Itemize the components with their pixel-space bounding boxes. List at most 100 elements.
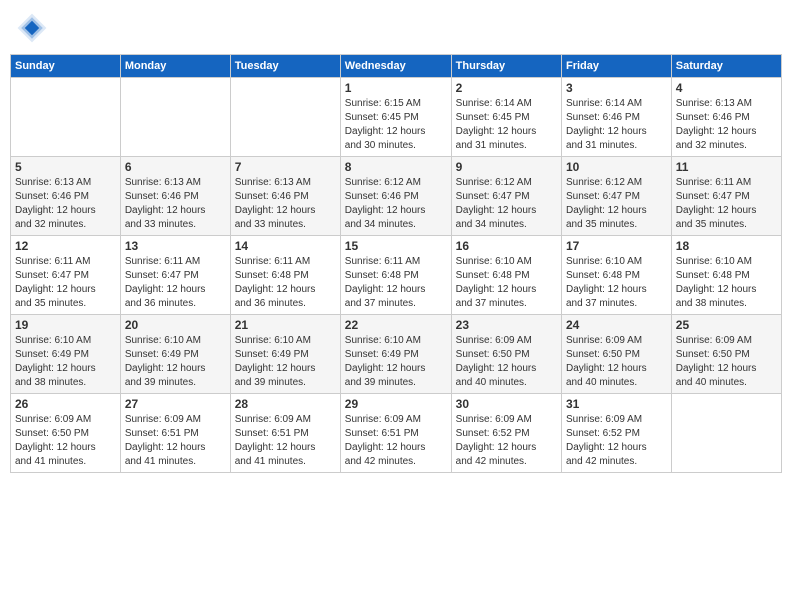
day-info: Sunrise: 6:13 AM Sunset: 6:46 PM Dayligh… — [125, 176, 226, 232]
day-number: 14 — [235, 239, 336, 253]
day-number: 27 — [125, 397, 226, 411]
logo — [14, 10, 54, 46]
calendar-cell: 7 Sunrise: 6:13 AM Sunset: 6:46 PM Daylig… — [230, 157, 340, 236]
calendar-cell: 13Sunrise: 6:11 AM Sunset: 6:47 PM Dayli… — [120, 236, 230, 315]
day-info: Sunrise: 6:12 AM Sunset: 6:47 PM Dayligh… — [456, 176, 557, 232]
calendar-cell: 12 Sunrise: 6:11 AM Sunset: 6:47 PM Dayli… — [11, 236, 121, 315]
day-number: 11 — [676, 160, 777, 174]
calendar-cell: 11Sunrise: 6:11 AM Sunset: 6:47 PM Dayli… — [671, 157, 781, 236]
calendar-cell: 22 Sunrise: 6:10 AM Sunset: 6:49 PM Dayli… — [340, 315, 451, 394]
calendar-week-row: 12 Sunrise: 6:11 AM Sunset: 6:47 PM Dayli… — [11, 236, 782, 315]
day-info: Sunrise: 6:14 AM Sunset: 6:46 PM Dayligh… — [566, 97, 667, 153]
day-number: 4 — [676, 81, 777, 95]
day-number: 21 — [235, 318, 336, 332]
calendar-week-row: 5 Sunrise: 6:13 AM Sunset: 6:46 PM Daylig… — [11, 157, 782, 236]
calendar-header-sunday: Sunday — [11, 55, 121, 78]
calendar-cell — [230, 78, 340, 157]
day-info: Sunrise: 6:11 AM Sunset: 6:47 PM Dayligh… — [125, 255, 226, 311]
calendar-cell: 5 Sunrise: 6:13 AM Sunset: 6:46 PM Daylig… — [11, 157, 121, 236]
calendar-header-monday: Monday — [120, 55, 230, 78]
calendar-cell: 8 Sunrise: 6:12 AM Sunset: 6:46 PM Daylig… — [340, 157, 451, 236]
day-info: Sunrise: 6:13 AM Sunset: 6:46 PM Dayligh… — [676, 97, 777, 153]
day-number: 29 — [345, 397, 447, 411]
day-info: Sunrise: 6:12 AM Sunset: 6:47 PM Dayligh… — [566, 176, 667, 232]
day-number: 5 — [15, 160, 116, 174]
day-number: 6 — [125, 160, 226, 174]
day-info: Sunrise: 6:13 AM Sunset: 6:46 PM Dayligh… — [15, 176, 116, 232]
day-number: 9 — [456, 160, 557, 174]
day-number: 24 — [566, 318, 667, 332]
calendar-header-thursday: Thursday — [451, 55, 561, 78]
calendar-cell: 21 Sunrise: 6:10 AM Sunset: 6:49 PM Dayli… — [230, 315, 340, 394]
day-number: 10 — [566, 160, 667, 174]
calendar-cell: 25 Sunrise: 6:09 AM Sunset: 6:50 PM Dayli… — [671, 315, 781, 394]
day-number: 20 — [125, 318, 226, 332]
day-info: Sunrise: 6:11 AM Sunset: 6:48 PM Dayligh… — [345, 255, 447, 311]
day-info: Sunrise: 6:09 AM Sunset: 6:52 PM Dayligh… — [566, 413, 667, 469]
day-info: Sunrise: 6:10 AM Sunset: 6:49 PM Dayligh… — [15, 334, 116, 390]
calendar-cell: 20 Sunrise: 6:10 AM Sunset: 6:49 PM Dayli… — [120, 315, 230, 394]
calendar-table: SundayMondayTuesdayWednesdayThursdayFrid… — [10, 54, 782, 473]
calendar-header-wednesday: Wednesday — [340, 55, 451, 78]
calendar-cell: 17 Sunrise: 6:10 AM Sunset: 6:48 PM Dayli… — [561, 236, 671, 315]
day-info: Sunrise: 6:11 AM Sunset: 6:47 PM Dayligh… — [15, 255, 116, 311]
day-info: Sunrise: 6:09 AM Sunset: 6:50 PM Dayligh… — [456, 334, 557, 390]
day-info: Sunrise: 6:11 AM Sunset: 6:48 PM Dayligh… — [235, 255, 336, 311]
day-info: Sunrise: 6:09 AM Sunset: 6:51 PM Dayligh… — [345, 413, 447, 469]
calendar-header-saturday: Saturday — [671, 55, 781, 78]
day-info: Sunrise: 6:10 AM Sunset: 6:49 PM Dayligh… — [345, 334, 447, 390]
day-info: Sunrise: 6:10 AM Sunset: 6:49 PM Dayligh… — [125, 334, 226, 390]
calendar-cell: 2 Sunrise: 6:14 AM Sunset: 6:45 PM Daylig… — [451, 78, 561, 157]
day-info: Sunrise: 6:12 AM Sunset: 6:46 PM Dayligh… — [345, 176, 447, 232]
calendar-header-tuesday: Tuesday — [230, 55, 340, 78]
calendar-cell: 1 Sunrise: 6:15 AM Sunset: 6:45 PM Daylig… — [340, 78, 451, 157]
calendar-cell: 14 Sunrise: 6:11 AM Sunset: 6:48 PM Dayli… — [230, 236, 340, 315]
day-info: Sunrise: 6:09 AM Sunset: 6:52 PM Dayligh… — [456, 413, 557, 469]
calendar-cell: 6 Sunrise: 6:13 AM Sunset: 6:46 PM Daylig… — [120, 157, 230, 236]
day-number: 1 — [345, 81, 447, 95]
day-number: 25 — [676, 318, 777, 332]
day-info: Sunrise: 6:10 AM Sunset: 6:49 PM Dayligh… — [235, 334, 336, 390]
calendar-cell: 29 Sunrise: 6:09 AM Sunset: 6:51 PM Dayli… — [340, 394, 451, 473]
day-info: Sunrise: 6:10 AM Sunset: 6:48 PM Dayligh… — [566, 255, 667, 311]
day-number: 28 — [235, 397, 336, 411]
day-info: Sunrise: 6:09 AM Sunset: 6:50 PM Dayligh… — [15, 413, 116, 469]
day-number: 26 — [15, 397, 116, 411]
calendar-header-row: SundayMondayTuesdayWednesdayThursdayFrid… — [11, 55, 782, 78]
day-number: 12 — [15, 239, 116, 253]
calendar-cell: 4 Sunrise: 6:13 AM Sunset: 6:46 PM Daylig… — [671, 78, 781, 157]
day-number: 19 — [15, 318, 116, 332]
day-info: Sunrise: 6:09 AM Sunset: 6:50 PM Dayligh… — [676, 334, 777, 390]
day-number: 8 — [345, 160, 447, 174]
day-number: 15 — [345, 239, 447, 253]
calendar-cell: 24 Sunrise: 6:09 AM Sunset: 6:50 PM Dayli… — [561, 315, 671, 394]
calendar-cell — [11, 78, 121, 157]
day-info: Sunrise: 6:10 AM Sunset: 6:48 PM Dayligh… — [456, 255, 557, 311]
day-info: Sunrise: 6:15 AM Sunset: 6:45 PM Dayligh… — [345, 97, 447, 153]
calendar-cell: 10 Sunrise: 6:12 AM Sunset: 6:47 PM Dayli… — [561, 157, 671, 236]
calendar-cell: 18Sunrise: 6:10 AM Sunset: 6:48 PM Dayli… — [671, 236, 781, 315]
calendar-cell: 15 Sunrise: 6:11 AM Sunset: 6:48 PM Dayli… — [340, 236, 451, 315]
day-number: 7 — [235, 160, 336, 174]
calendar-cell: 26 Sunrise: 6:09 AM Sunset: 6:50 PM Dayli… — [11, 394, 121, 473]
day-info: Sunrise: 6:09 AM Sunset: 6:50 PM Dayligh… — [566, 334, 667, 390]
day-number: 22 — [345, 318, 447, 332]
day-number: 17 — [566, 239, 667, 253]
day-number: 30 — [456, 397, 557, 411]
day-number: 3 — [566, 81, 667, 95]
page-header — [10, 10, 782, 46]
day-info: Sunrise: 6:09 AM Sunset: 6:51 PM Dayligh… — [235, 413, 336, 469]
day-number: 18 — [676, 239, 777, 253]
calendar-cell: 31Sunrise: 6:09 AM Sunset: 6:52 PM Dayli… — [561, 394, 671, 473]
calendar-cell: 23Sunrise: 6:09 AM Sunset: 6:50 PM Dayli… — [451, 315, 561, 394]
day-number: 16 — [456, 239, 557, 253]
day-info: Sunrise: 6:13 AM Sunset: 6:46 PM Dayligh… — [235, 176, 336, 232]
day-info: Sunrise: 6:09 AM Sunset: 6:51 PM Dayligh… — [125, 413, 226, 469]
day-number: 2 — [456, 81, 557, 95]
calendar-cell: 30 Sunrise: 6:09 AM Sunset: 6:52 PM Dayli… — [451, 394, 561, 473]
calendar-cell: 19 Sunrise: 6:10 AM Sunset: 6:49 PM Dayli… — [11, 315, 121, 394]
calendar-cell: 16 Sunrise: 6:10 AM Sunset: 6:48 PM Dayli… — [451, 236, 561, 315]
calendar-week-row: 19 Sunrise: 6:10 AM Sunset: 6:49 PM Dayli… — [11, 315, 782, 394]
calendar-cell: 3 Sunrise: 6:14 AM Sunset: 6:46 PM Daylig… — [561, 78, 671, 157]
day-info: Sunrise: 6:14 AM Sunset: 6:45 PM Dayligh… — [456, 97, 557, 153]
